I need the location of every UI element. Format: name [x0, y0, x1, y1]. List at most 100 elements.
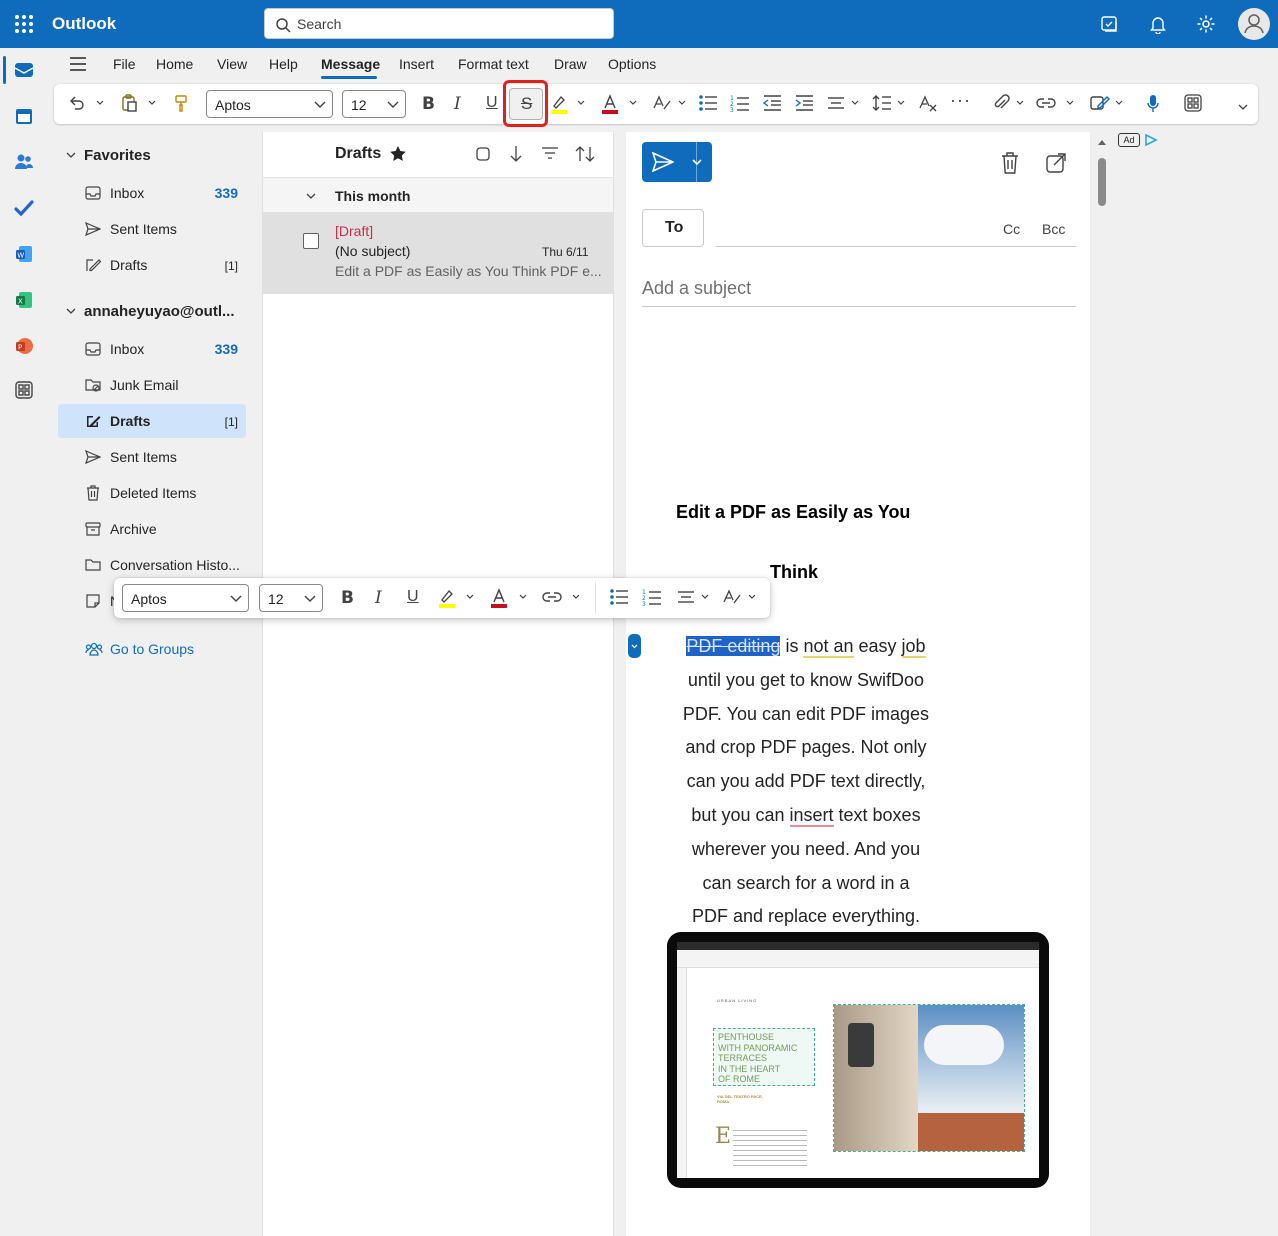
settings-gear-icon[interactable]: [1196, 14, 1216, 34]
message-list-item[interactable]: [Draft] (No subject) Thu 6/11 Edit a PDF…: [263, 212, 613, 294]
float-numbering-icon[interactable]: 123: [642, 588, 662, 608]
align-icon[interactable]: [826, 94, 846, 112]
highlight-dropdown-chevron-icon[interactable]: [577, 100, 585, 106]
styles-dropdown-chevron-icon[interactable]: [678, 100, 686, 106]
folder-conversation-history[interactable]: Conversation Histo...: [58, 548, 246, 582]
tab-draw[interactable]: Draw: [554, 56, 587, 72]
tab-insert[interactable]: Insert: [399, 56, 434, 72]
filter-icon[interactable]: [541, 146, 559, 160]
decrease-indent-icon[interactable]: [762, 94, 782, 112]
paste-icon[interactable]: [120, 94, 138, 112]
notifications-icon[interactable]: [1148, 14, 1168, 34]
float-font-color-icon[interactable]: [490, 588, 508, 608]
my-day-icon[interactable]: [1100, 14, 1120, 34]
tab-format-text[interactable]: Format text: [458, 56, 529, 72]
app-title[interactable]: Outlook: [52, 14, 116, 34]
email-body[interactable]: PDF editing is not an easy job until you…: [656, 630, 956, 934]
clear-formatting-icon[interactable]: [918, 94, 938, 112]
italic-icon[interactable]: I: [454, 94, 461, 114]
calendar-app-icon[interactable]: [14, 106, 34, 126]
folder-archive[interactable]: Archive: [58, 512, 246, 546]
compose-scrollbar-thumb[interactable]: [1098, 158, 1106, 206]
favorite-folder-drafts[interactable]: Drafts [1]: [58, 248, 246, 282]
embedded-tablet-image[interactable]: URBAN LIVING PENTHOUSE WITH PANORAMIC TE…: [667, 932, 1049, 1188]
favorite-star-icon[interactable]: [389, 145, 407, 163]
attach-file-icon[interactable]: [992, 94, 1010, 112]
tab-options[interactable]: Options: [608, 56, 656, 72]
bullets-icon[interactable]: [698, 94, 718, 112]
jump-to-icon[interactable]: [509, 145, 523, 163]
search-input[interactable]: Search: [264, 8, 614, 39]
float-align-chevron-icon[interactable]: [701, 594, 709, 600]
sort-icon[interactable]: [575, 145, 595, 163]
tab-file[interactable]: File: [113, 56, 136, 72]
to-recipients-input[interactable]: [716, 212, 986, 244]
account-avatar[interactable]: [1238, 8, 1270, 40]
highlight-color-icon[interactable]: [550, 94, 568, 114]
mail-app-icon[interactable]: [14, 60, 34, 80]
float-underline-icon[interactable]: U: [407, 588, 419, 606]
undo-icon[interactable]: [68, 94, 86, 112]
underline-icon[interactable]: U: [486, 94, 498, 112]
scroll-up-arrow-icon[interactable]: [1098, 139, 1106, 145]
signature-icon[interactable]: [1090, 94, 1110, 112]
go-to-groups-link[interactable]: Go to Groups: [58, 632, 246, 666]
float-bold-icon[interactable]: B: [341, 588, 354, 608]
float-italic-icon[interactable]: I: [375, 588, 382, 608]
date-section-header[interactable]: This month: [263, 178, 613, 212]
select-mode-icon[interactable]: [475, 146, 491, 162]
float-styles-icon[interactable]: [722, 588, 742, 606]
numbering-icon[interactable]: 123: [730, 94, 750, 114]
todo-app-icon[interactable]: [14, 198, 34, 218]
powerpoint-app-icon[interactable]: P: [14, 336, 34, 356]
people-app-icon[interactable]: [14, 152, 34, 172]
bold-icon[interactable]: B: [422, 94, 435, 114]
font-color-dropdown-chevron-icon[interactable]: [629, 100, 637, 106]
favorite-folder-sent-items[interactable]: Sent Items: [58, 212, 246, 246]
float-font-size-dropdown[interactable]: 12: [259, 584, 323, 612]
cc-button[interactable]: Cc: [1003, 221, 1020, 237]
float-highlight-chevron-icon[interactable]: [466, 594, 474, 600]
folder-drafts-selected[interactable]: Drafts [1]: [58, 404, 246, 438]
undo-dropdown-chevron-icon[interactable]: [96, 100, 104, 106]
ribbon-expand-chevron-icon[interactable]: [1238, 104, 1248, 110]
hamburger-menu-icon[interactable]: [68, 56, 88, 72]
more-apps-icon[interactable]: [14, 380, 34, 400]
increase-indent-icon[interactable]: [794, 94, 814, 112]
line-spacing-icon[interactable]: [872, 94, 892, 112]
subject-input[interactable]: Add a subject: [642, 278, 751, 299]
ad-badge[interactable]: Ad: [1118, 133, 1140, 147]
apps-icon[interactable]: [1184, 94, 1202, 112]
float-link-chevron-icon[interactable]: [572, 594, 580, 600]
tab-home[interactable]: Home: [156, 56, 193, 72]
folder-deleted-items[interactable]: Deleted Items: [58, 476, 246, 510]
paragraph-handle[interactable]: [628, 634, 641, 658]
message-checkbox[interactable]: [303, 233, 319, 249]
folder-inbox[interactable]: Inbox 339: [58, 332, 246, 366]
font-size-dropdown[interactable]: 12: [342, 90, 406, 118]
paste-dropdown-chevron-icon[interactable]: [148, 100, 156, 106]
line-spacing-dropdown-chevron-icon[interactable]: [897, 100, 905, 106]
float-align-icon[interactable]: [676, 588, 696, 606]
float-font-name-dropdown[interactable]: Aptos: [122, 584, 249, 612]
ad-choices-icon[interactable]: [1144, 134, 1158, 146]
float-bullets-icon[interactable]: [609, 588, 629, 606]
attach-dropdown-chevron-icon[interactable]: [1016, 100, 1024, 106]
insert-link-icon[interactable]: [1036, 94, 1056, 112]
font-name-dropdown[interactable]: Aptos: [206, 90, 333, 118]
align-dropdown-chevron-icon[interactable]: [851, 100, 859, 106]
tab-message[interactable]: Message: [321, 56, 380, 72]
to-button[interactable]: To: [642, 209, 704, 247]
folder-junk-email[interactable]: Junk Email: [58, 368, 246, 402]
font-color-icon[interactable]: [601, 94, 619, 114]
send-options-chevron-icon[interactable]: [692, 159, 702, 165]
app-launcher-icon[interactable]: [14, 14, 34, 34]
float-highlight-icon[interactable]: [438, 588, 456, 608]
favorite-folder-inbox[interactable]: Inbox 339: [58, 176, 246, 210]
discard-trash-icon[interactable]: [1001, 152, 1019, 174]
link-dropdown-chevron-icon[interactable]: [1066, 100, 1074, 106]
bcc-button[interactable]: Bcc: [1042, 221, 1065, 237]
float-styles-chevron-icon[interactable]: [748, 594, 756, 600]
excel-app-icon[interactable]: X: [14, 290, 34, 310]
text-styles-icon[interactable]: [652, 94, 672, 112]
